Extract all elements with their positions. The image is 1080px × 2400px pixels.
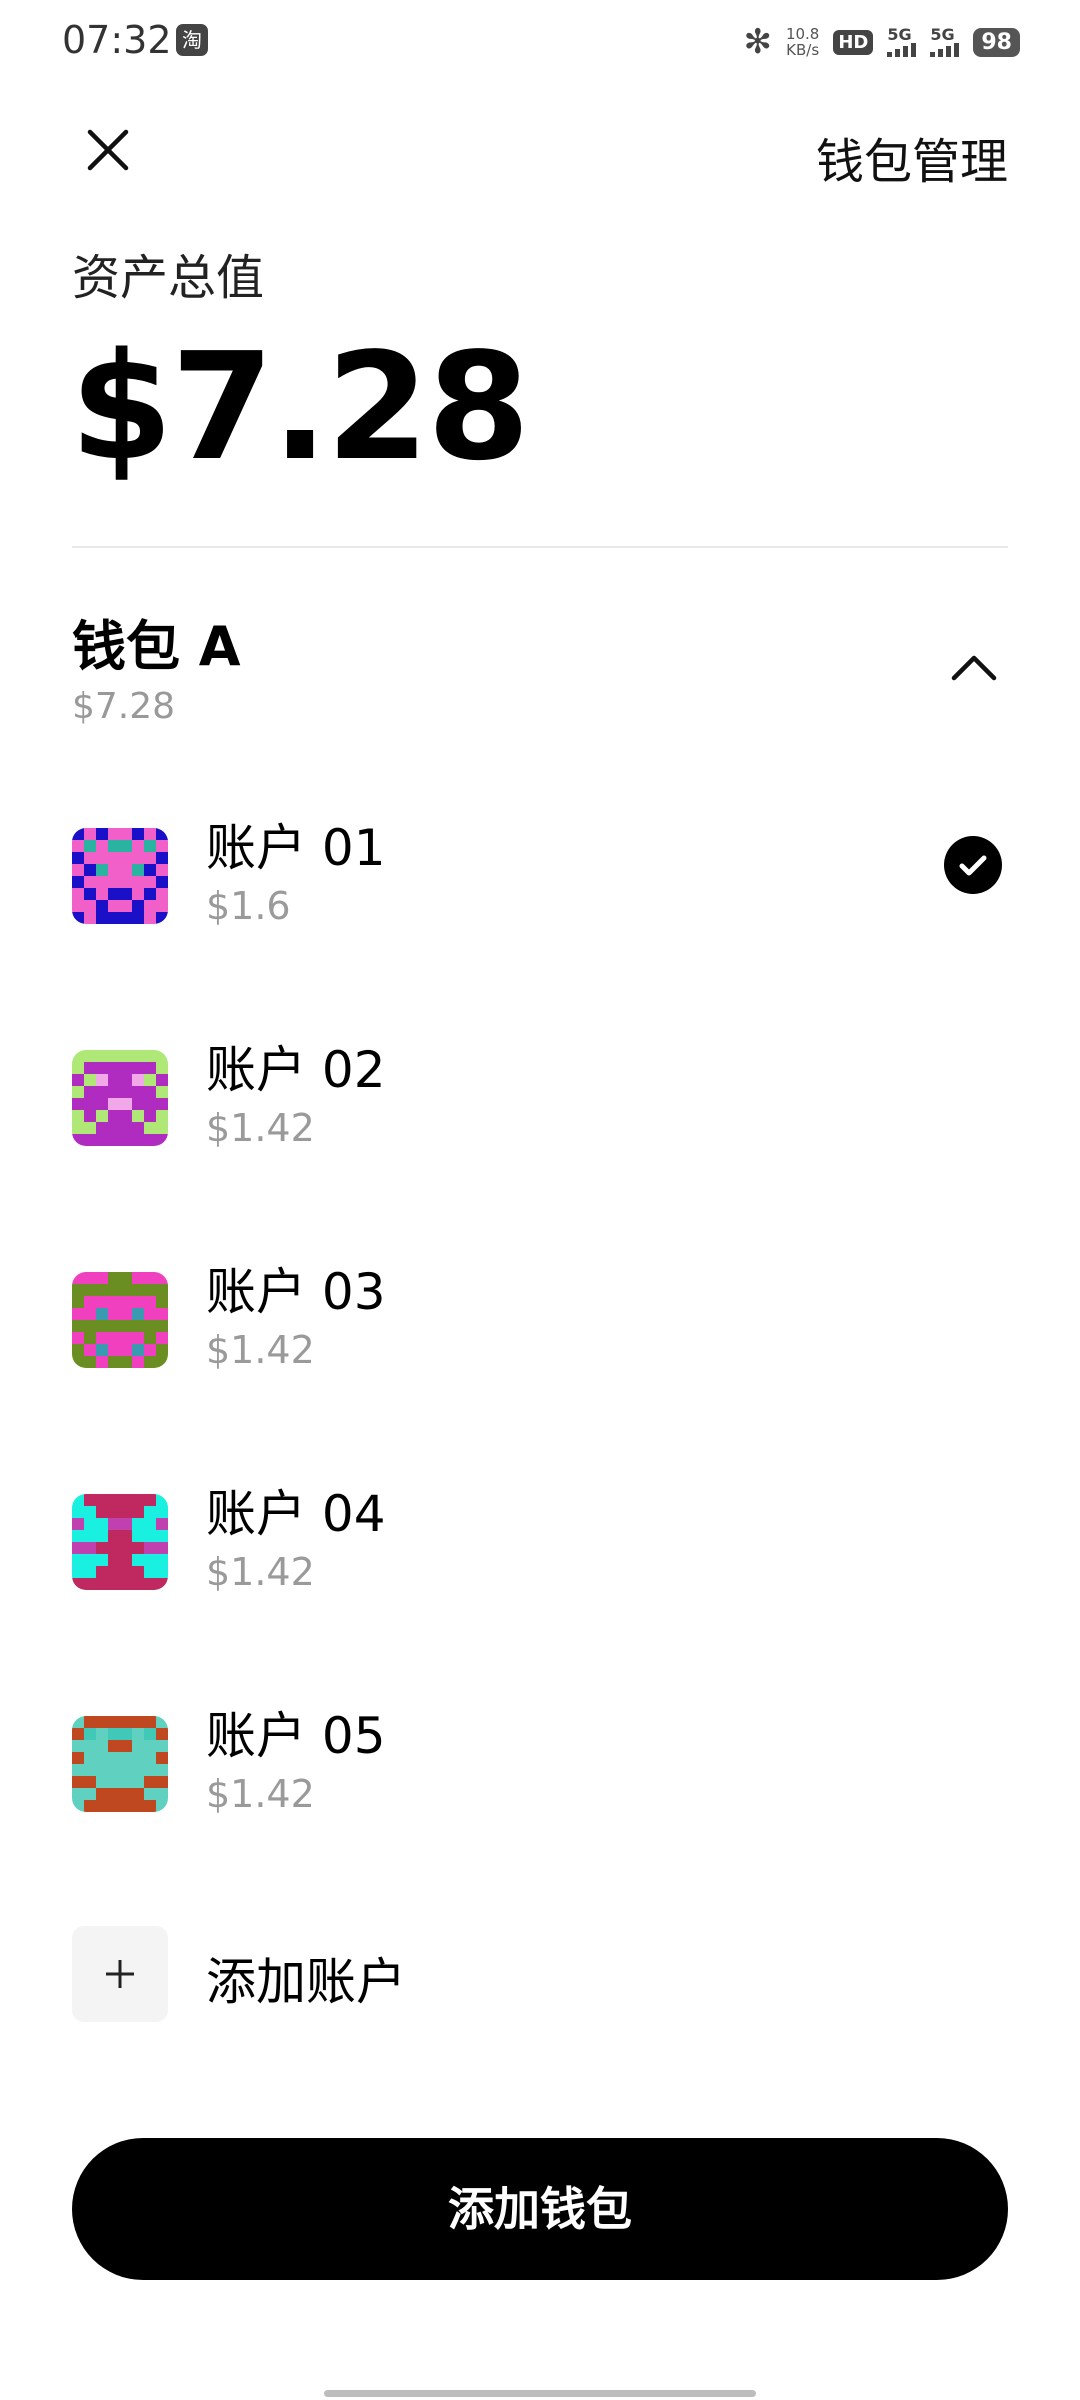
wallet-management-link[interactable]: 钱包管理 <box>816 122 1008 192</box>
bluetooth-icon: ✻ <box>743 22 772 62</box>
hd-voice-icon: HD <box>833 29 874 55</box>
account-name: 账户 05 <box>206 1707 386 1765</box>
total-assets-value: $7.28 <box>70 321 530 493</box>
total-assets-label: 资产总值 <box>72 250 265 306</box>
add-account-button[interactable]: 添加账户 <box>72 1926 1008 2022</box>
account-name: 账户 01 <box>206 819 386 877</box>
close-icon <box>87 129 129 171</box>
wallet-amount: $7.28 <box>72 686 176 727</box>
account-name: 账户 04 <box>206 1485 386 1543</box>
account-row[interactable]: 账户 01 $1.6 <box>72 808 1008 968</box>
account-row[interactable]: 账户 04 $1.42 <box>72 1474 1008 1634</box>
add-account-label: 添加账户 <box>206 1953 406 2011</box>
account-amount: $1.42 <box>206 1106 315 1150</box>
account-row[interactable]: 账户 03 $1.42 <box>72 1252 1008 1412</box>
account-avatar <box>72 1494 168 1590</box>
battery-icon: 98 <box>973 27 1020 57</box>
add-wallet-button[interactable]: 添加钱包 <box>72 2138 1008 2280</box>
wallet-name: 钱包 A <box>72 615 241 678</box>
status-indicators: ✻ 10.8 KB/s HD 5G 5G 98 <box>743 20 1020 64</box>
taobao-notification-icon: 淘 <box>176 24 208 56</box>
collapse-wallet-button[interactable] <box>946 640 1002 696</box>
account-avatar <box>72 1272 168 1368</box>
account-name: 账户 03 <box>206 1263 386 1321</box>
account-amount: $1.6 <box>206 884 291 928</box>
account-name: 账户 02 <box>206 1041 386 1099</box>
status-bar: 07:32 淘 ✻ 10.8 KB/s HD 5G 5G 98 <box>0 0 1080 86</box>
signal-5g-icon: 5G <box>930 27 960 57</box>
close-button[interactable] <box>78 120 138 180</box>
chevron-up-icon <box>951 655 997 681</box>
account-avatar <box>72 828 168 924</box>
account-row[interactable]: 账户 05 $1.42 <box>72 1696 1008 1856</box>
signal-5g-icon: 5G <box>887 27 917 57</box>
selected-check-icon <box>944 836 1002 894</box>
divider <box>72 546 1008 548</box>
account-row[interactable]: 账户 02 $1.42 <box>72 1030 1008 1190</box>
network-speed: 10.8 KB/s <box>785 25 820 59</box>
account-amount: $1.42 <box>206 1550 315 1594</box>
account-avatar <box>72 1050 168 1146</box>
home-indicator[interactable] <box>324 2390 756 2397</box>
account-amount: $1.42 <box>206 1328 315 1372</box>
status-time: 07:32 <box>62 18 172 62</box>
account-avatar <box>72 1716 168 1812</box>
account-amount: $1.42 <box>206 1772 315 1816</box>
plus-icon <box>72 1926 168 2022</box>
